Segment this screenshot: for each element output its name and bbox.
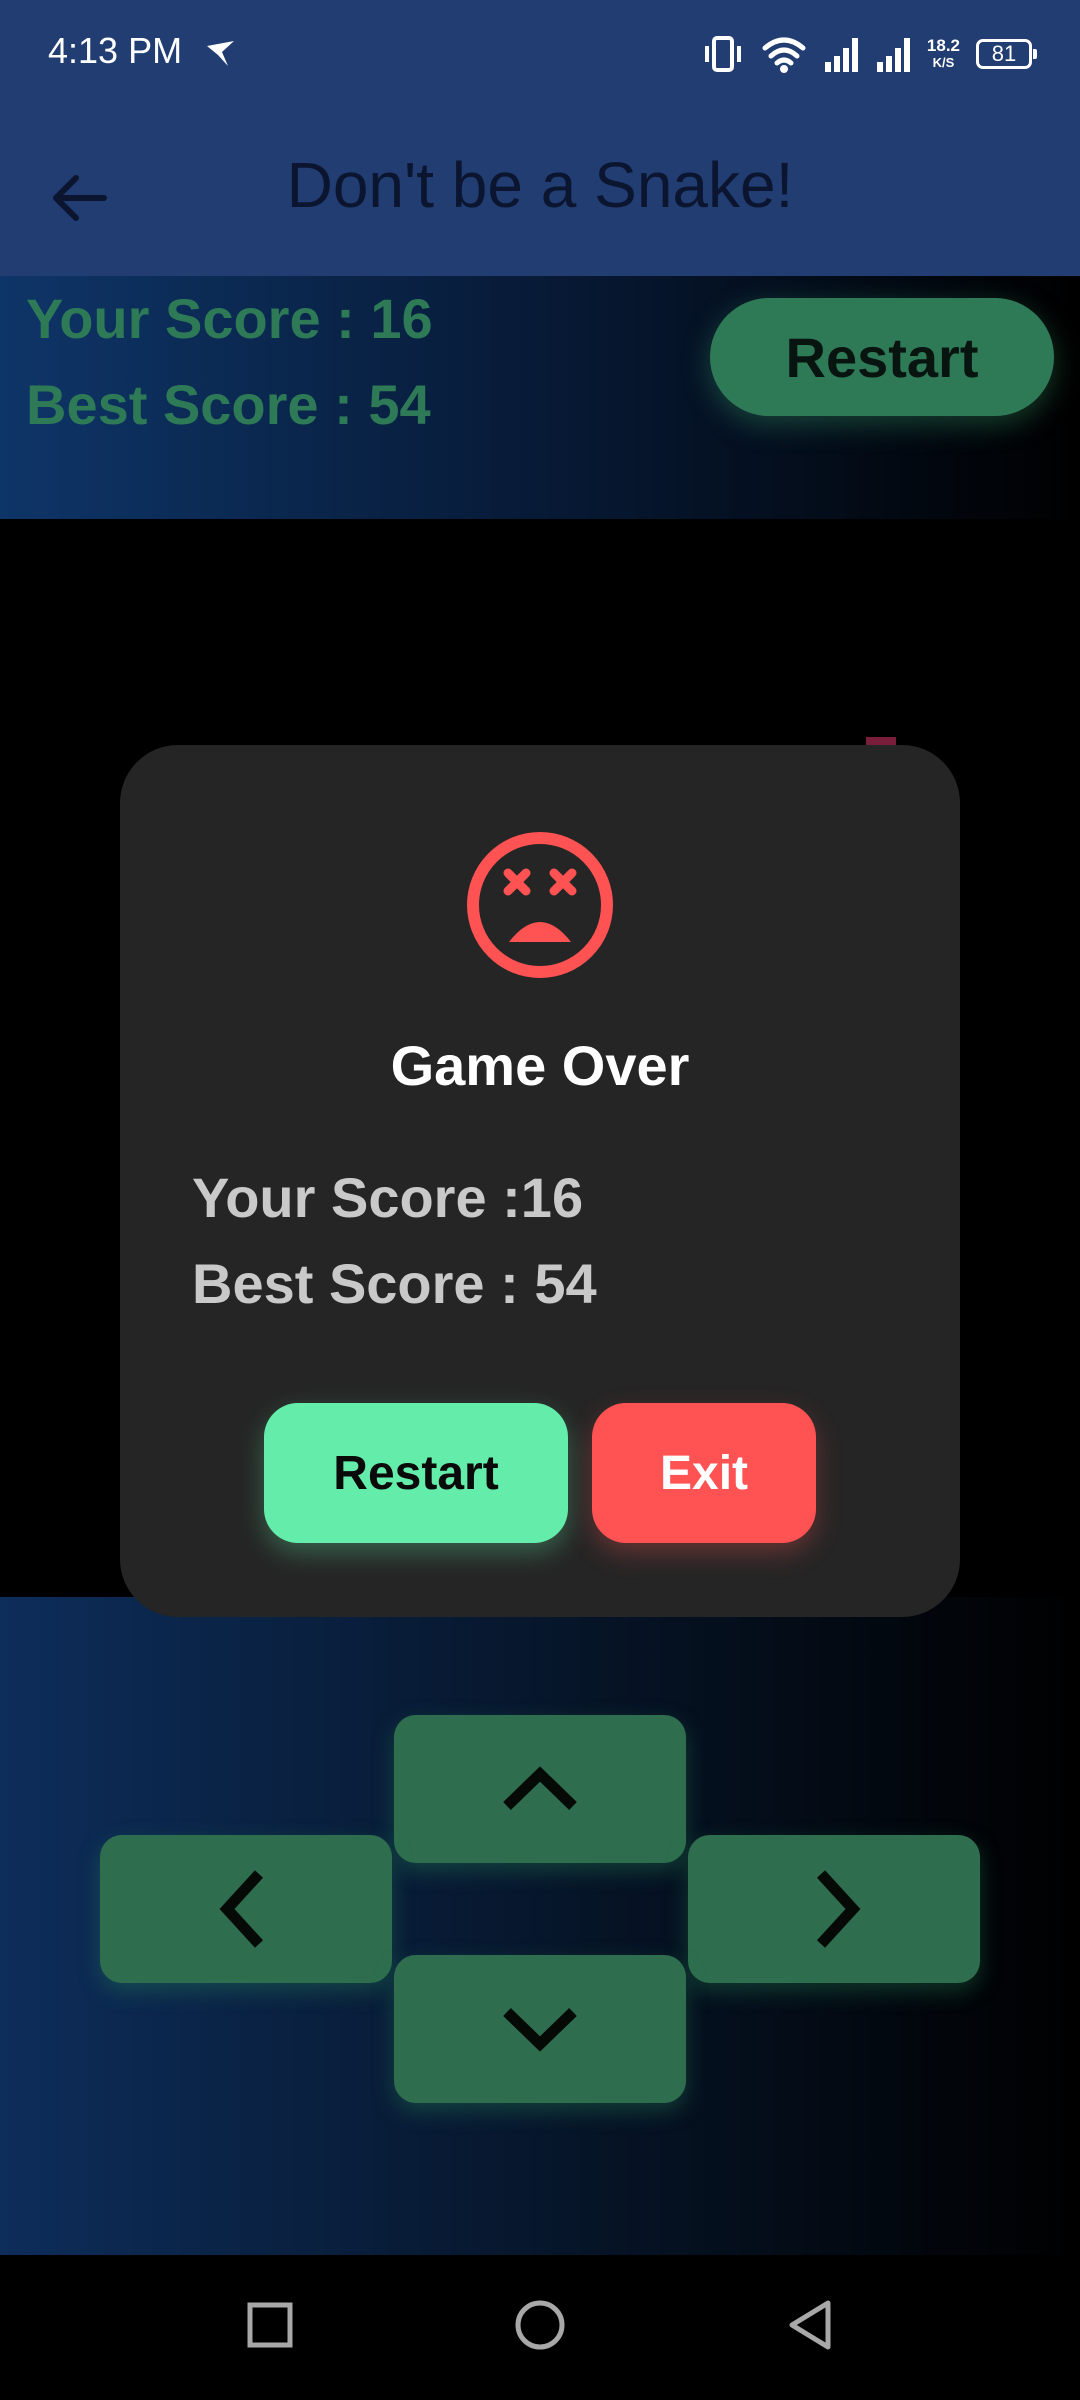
- right-button[interactable]: [688, 1835, 980, 1983]
- chevron-up-icon: [503, 1766, 577, 1810]
- status-bar: 4:13 PM 18.2 K/S 81: [0, 0, 1080, 108]
- dialog-exit-button[interactable]: Exit: [592, 1403, 816, 1543]
- dialog-restart-button[interactable]: Restart: [264, 1403, 568, 1543]
- system-nav-bar: [0, 2255, 1080, 2400]
- home-icon[interactable]: [500, 2285, 580, 2365]
- game-over-dialog: Game Over Your Score :16 Best Score : 54…: [120, 745, 960, 1617]
- score-panel: Your Score : 16 Best Score : 54 Restart: [0, 276, 1080, 519]
- current-score: Your Score : 16: [26, 287, 433, 350]
- signal-icon: [824, 38, 858, 72]
- back-triangle-icon[interactable]: [770, 2285, 850, 2365]
- status-time: 4:13 PM: [48, 30, 183, 71]
- chevron-left-icon: [219, 1870, 264, 1948]
- dialog-current-score: Your Score :16: [192, 1166, 584, 1229]
- app-bar: Don't be a Snake!: [0, 108, 1080, 276]
- status-icons: 18.2 K/S 81: [701, 28, 1037, 80]
- app-screen: 4:13 PM 18.2 K/S 81 Don't be a Snake! Yo…: [0, 0, 1080, 2400]
- navigation-arrow-icon: [207, 41, 234, 66]
- wifi-icon: [762, 37, 806, 73]
- signal-icon: [876, 38, 910, 72]
- dialog-best-score: Best Score : 54: [192, 1252, 597, 1315]
- left-button[interactable]: [100, 1835, 392, 1983]
- recent-apps-icon[interactable]: [230, 2285, 310, 2365]
- direction-controls: [0, 1597, 1080, 2255]
- down-button[interactable]: [394, 1955, 686, 2103]
- battery-indicator: 81: [976, 39, 1037, 69]
- network-speed: 18.2 K/S: [927, 37, 960, 71]
- chevron-down-icon: [503, 2008, 577, 2052]
- chevron-right-icon: [816, 1870, 861, 1948]
- app-title: Don't be a Snake!: [286, 149, 794, 221]
- best-score: Best Score : 54: [26, 373, 431, 436]
- restart-button[interactable]: Restart: [710, 298, 1054, 416]
- network-speed-value: 18.2: [926, 36, 960, 55]
- network-speed-unit: K/S: [932, 55, 955, 70]
- dialog-title: Game Over: [390, 1034, 690, 1097]
- up-button[interactable]: [394, 1715, 686, 1863]
- vibrate-icon: [704, 36, 741, 72]
- dead-face-icon: [467, 832, 613, 978]
